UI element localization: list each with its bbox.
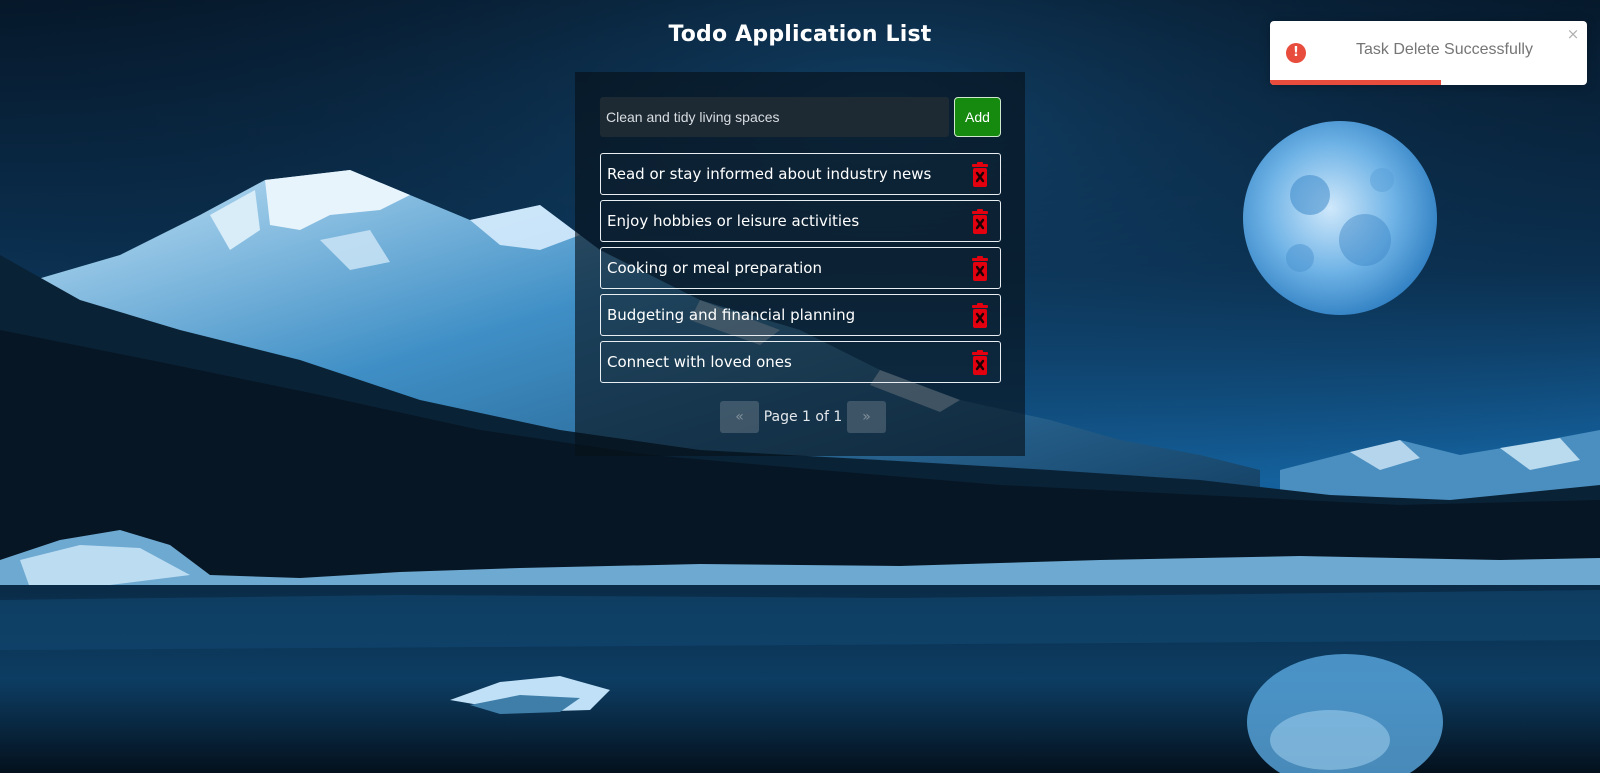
trash-icon[interactable] [970, 256, 990, 282]
task-text: Connect with loved ones [607, 353, 792, 371]
todo-panel: Add Read or stay informed about industry… [575, 72, 1025, 456]
task-input[interactable] [600, 97, 949, 137]
double-chevron-right-icon: » [862, 409, 871, 425]
next-page-button[interactable]: » [847, 401, 886, 433]
trash-icon[interactable] [970, 209, 990, 235]
task-text: Enjoy hobbies or leisure activities [607, 212, 860, 230]
task-item: Read or stay informed about industry new… [600, 153, 1001, 195]
trash-icon[interactable] [970, 303, 990, 329]
task-item: Budgeting and financial planning [600, 294, 1001, 336]
toast-progress-bar [1270, 80, 1442, 85]
add-task-form: Add [600, 97, 1001, 137]
previous-page-button[interactable]: « [720, 401, 759, 433]
task-item: Enjoy hobbies or leisure activities [600, 200, 1001, 242]
toast-message: Task Delete Successfully [1356, 41, 1533, 58]
double-chevron-left-icon: « [735, 409, 744, 425]
trash-icon[interactable] [970, 162, 990, 188]
task-text: Budgeting and financial planning [607, 306, 856, 324]
task-text: Cooking or meal preparation [607, 259, 822, 277]
toast-progress-track [1270, 80, 1587, 85]
task-text: Read or stay informed about industry new… [607, 165, 932, 183]
task-item: Connect with loved ones [600, 341, 1001, 383]
add-button[interactable]: Add [954, 97, 1001, 137]
error-icon: ! [1286, 43, 1306, 63]
toast-notification[interactable]: ! Task Delete Successfully × [1270, 21, 1587, 85]
close-icon[interactable]: × [1566, 25, 1580, 43]
task-item: Cooking or meal preparation [600, 247, 1001, 289]
page-indicator: Page 1 of 1 [763, 409, 843, 425]
task-list: Read or stay informed about industry new… [600, 153, 1001, 388]
pagination: « Page 1 of 1 » [575, 401, 1025, 433]
trash-icon[interactable] [970, 350, 990, 376]
